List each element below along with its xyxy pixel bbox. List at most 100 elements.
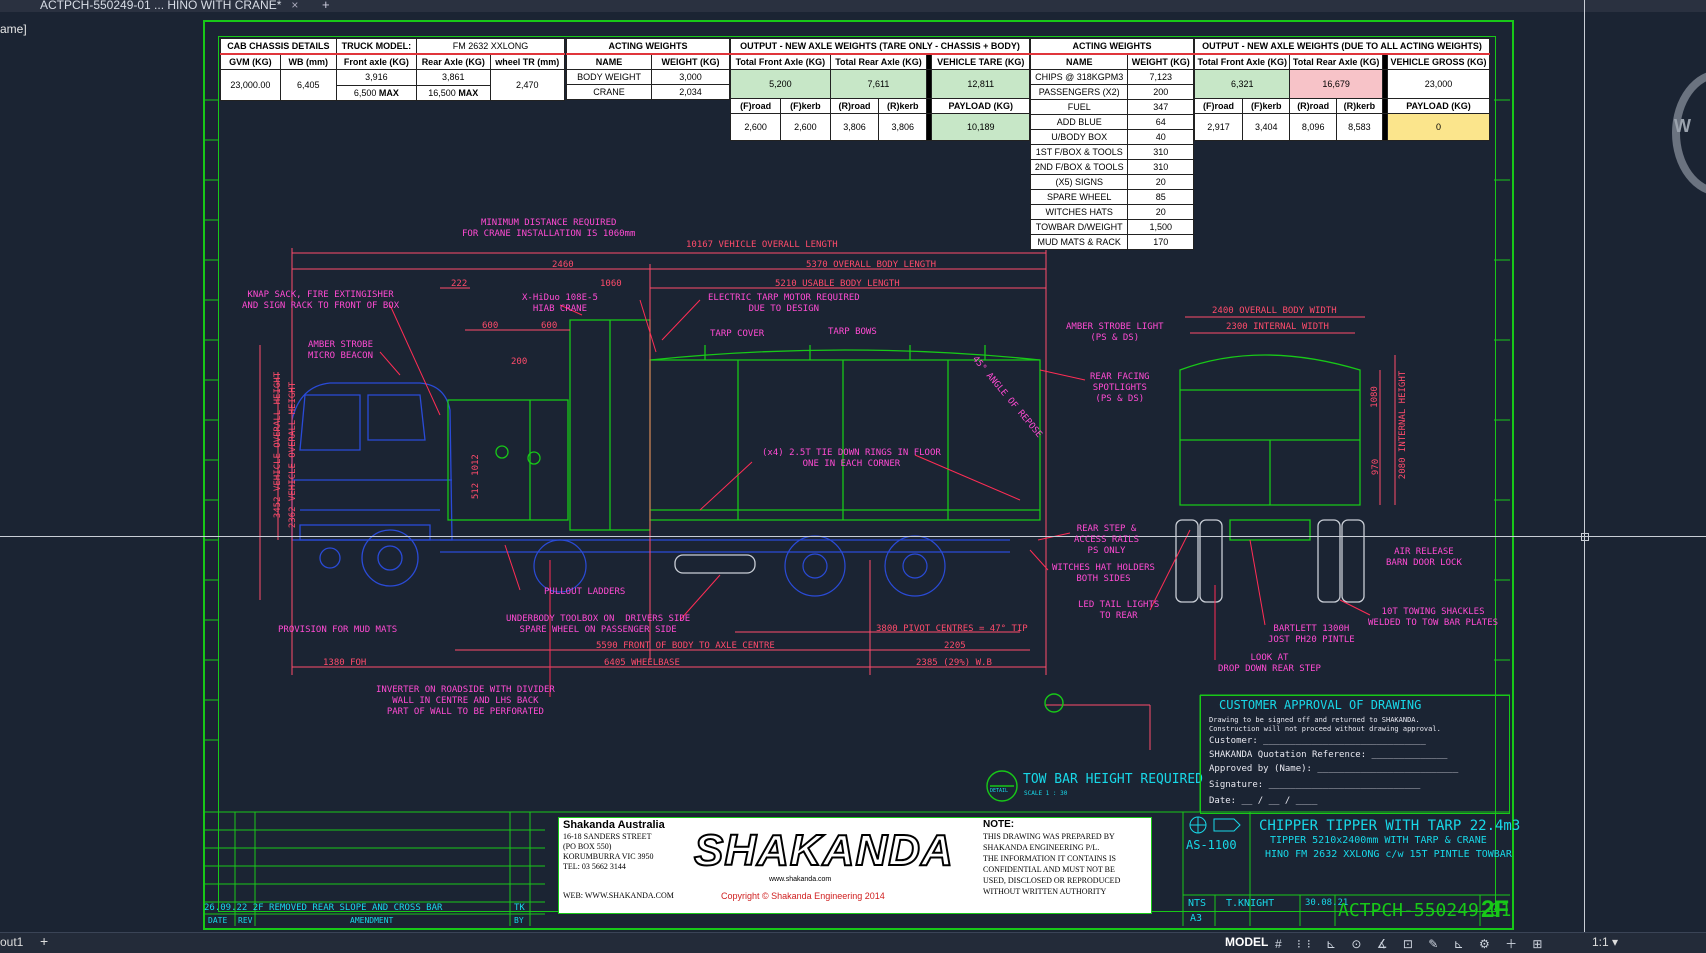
note-tarp-motor: ELECTRIC TARP MOTOR REQUIRED DUE TO DESI… <box>708 293 860 314</box>
dim-front-axle: 5590 FRONT OF BODY TO AXLE CENTRE <box>596 641 775 651</box>
compass-icon <box>1189 816 1241 834</box>
drawn-by: T.KNIGHT <box>1226 898 1275 909</box>
drawing-subtitle-2: HINO FM 2632 XXLONG c/w 15T PINTLE TOWBA… <box>1265 849 1512 860</box>
acting2-row-name: MUD MATS & RACK <box>1029 234 1129 250</box>
acting2-row-name: U/BODY BOX <box>1029 129 1129 145</box>
note-pullout-ladders: PULLOUT LADDERS <box>544 587 626 597</box>
tare-sub-rkerb: (R)kerb <box>878 98 928 114</box>
dim-wheelbase: 6405 WHEELBASE <box>604 658 680 668</box>
note-bartlett: BARTLETT 1300H JOST PH20 PINTLE <box>1268 624 1355 645</box>
gross-sub-froad: (F)road <box>1193 98 1244 114</box>
acting2-row-weight: 1,500 <box>1127 219 1194 235</box>
annotation-scale-dropdown[interactable]: 1:1 ▾ <box>1592 935 1618 949</box>
note-inverter: INVERTER ON ROADSIDE WITH DIVIDER WALL I… <box>376 685 555 717</box>
dim-2460: 2460 <box>552 260 574 270</box>
acting1-header: ACTING WEIGHTS <box>566 38 730 55</box>
rear-view <box>1179 354 1361 541</box>
gross-sub-rroad: (R)road <box>1289 98 1337 114</box>
note-mud-mats: PROVISION FOR MUD MATS <box>278 625 398 635</box>
acting2-row-name: (X5) SIGNS <box>1029 174 1129 190</box>
gross-froad-value: 2,917 <box>1193 113 1244 141</box>
dim-512: 512 <box>471 482 482 500</box>
dim-970: 970 <box>1371 458 1382 476</box>
note-spotlights: REAR FACING SPOTLIGHTS (PS & DS) <box>1090 372 1150 404</box>
add-layout-button[interactable]: + <box>40 933 48 949</box>
company-title-block: Shakanda Australia 16-18 SANDERS STREET … <box>558 817 1152 914</box>
note-tarp-cover: TARP COVER <box>710 329 765 339</box>
gross-sub-rkerb: (R)kerb <box>1335 98 1383 114</box>
crosshair-horizontal <box>0 536 1706 537</box>
model-space-button[interactable]: MODEL <box>1225 935 1268 949</box>
dim-1012: 1012 <box>470 454 481 476</box>
dim-internal-width: 2300 INTERNAL WIDTH <box>1226 322 1329 332</box>
approved-by-field: Approved by (Name): ____________________… <box>1209 764 1459 774</box>
acting2-col-name: NAME <box>1029 53 1129 70</box>
acting2-row-weight: 170 <box>1127 234 1194 250</box>
acting2-row-name: FUEL <box>1029 99 1129 115</box>
truck-model-value: FM 2632 XXLONG <box>416 38 565 55</box>
drafting-settings-icons[interactable]: # ⁝⁝ ⊾ ⊙ ∡ ⊡ ✎ ⊾ ⚙ ＋ ⊞ <box>1275 935 1549 952</box>
acting-weights-table-1: ACTING WEIGHTS NAME WEIGHT (KG) BODY WEIG… <box>565 38 730 100</box>
gross-col-rear: Total Rear Axle (KG) <box>1289 53 1383 70</box>
cab-outline <box>291 382 453 587</box>
acting1-row-weight: 3,000 <box>651 69 730 85</box>
revision-initials: TK <box>514 903 525 913</box>
acting2-row-weight: 347 <box>1127 99 1194 115</box>
dim-pivot: 3800 PIVOT CENTRES = 47° TIP <box>876 624 1028 634</box>
gross-sub-fkerb: (F)kerb <box>1242 98 1291 114</box>
layout-tab[interactable]: out1 <box>0 935 23 949</box>
wb-value: 6,405 <box>279 69 337 101</box>
quotation-field: SHAKANDA Quotation Reference: __________… <box>1209 750 1448 760</box>
rev-col-amendment: AMENDMENT <box>350 916 394 925</box>
tare-sub-fkerb: (F)kerb <box>780 98 831 114</box>
col-rear-axle: Rear Axle (KG) <box>416 53 491 70</box>
tare-sub-rroad: (R)road <box>829 98 880 114</box>
note-look-at: LOOK AT DROP DOWN REAR STEP <box>1218 653 1321 674</box>
vehicle-tare-value: 12,811 <box>931 69 1030 99</box>
note-towing-shackles: 10T TOWING SHACKLES WELDED TO TOW BAR PL… <box>1368 607 1499 628</box>
acting2-row-name: WITCHES HATS <box>1029 204 1129 220</box>
gross-rear-value: 16,679 <box>1289 69 1383 99</box>
customer-approval-box: CUSTOMER APPROVAL OF DRAWING Drawing to … <box>1200 695 1510 814</box>
cab-chassis-header: CAB CHASSIS DETAILS <box>220 38 337 55</box>
dim-foh: 1380 FOH <box>323 658 367 668</box>
note-witches-hat: WITCHES HAT HOLDERS BOTH SIDES <box>1052 563 1155 584</box>
cab-chassis-table: CAB CHASSIS DETAILS TRUCK MODEL: FM 2632… <box>220 38 566 101</box>
acting2-row-weight: 20 <box>1127 174 1194 190</box>
acting2-header: ACTING WEIGHTS <box>1030 38 1194 55</box>
acting2-row-name: PASSENGERS (X2) <box>1029 84 1129 100</box>
company-address: 16-18 SANDERS STREET (PO BOX 550) KORUMB… <box>563 832 654 872</box>
acting2-row-weight: 40 <box>1127 129 1194 145</box>
note-led-tail: LED TAIL LIGHTS TO REAR <box>1078 600 1160 621</box>
note-amber-strobe-light: AMBER STROBE LIGHT (PS & DS) <box>1066 322 1164 343</box>
gross-rroad-value: 8,096 <box>1289 113 1337 141</box>
truck-model-label: TRUCK MODEL: <box>335 38 418 55</box>
acting2-row-weight: 200 <box>1127 84 1194 100</box>
acting2-row-name: ADD BLUE <box>1029 114 1129 130</box>
dim-600b: 600 <box>541 321 558 331</box>
dim-internal-height: 2080 INTERNAL HEIGHT <box>1398 370 1408 480</box>
gross-fkerb-value: 3,404 <box>1242 113 1291 141</box>
acting2-row-weight: 7,123 <box>1127 69 1194 85</box>
tare-payload-label: PAYLOAD (KG) <box>931 98 1030 114</box>
address-line: 16-18 SANDERS STREET <box>563 832 652 841</box>
note-air-release: AIR RELEASE BARN DOOR LOCK <box>1386 547 1462 568</box>
gross-output-table: OUTPUT - NEW AXLE WEIGHTS (DUE TO ALL AC… <box>1193 38 1491 141</box>
note-crane: X-HiDuo 108E-5 HIAB CRANE <box>522 293 598 314</box>
address-line: (PO BOX 550) <box>563 842 612 851</box>
company-web: WEB: WWW.SHAKANDA.COM <box>563 891 674 900</box>
acting2-row-weight: 64 <box>1127 114 1194 130</box>
status-bar: out1 + MODEL # ⁝⁝ ⊾ ⊙ ∡ ⊡ ✎ ⊾ ⚙ ＋ ⊞ 1:1 … <box>0 932 1706 953</box>
gross-col-front: Total Front Axle (KG) <box>1193 53 1291 70</box>
note-knap-sack: KNAP SACK, FIRE EXTINGISHER AND SIGN RAC… <box>242 290 400 311</box>
acting1-row-name: BODY WEIGHT <box>565 69 653 85</box>
gvm-value: 23,000.00 <box>220 69 281 101</box>
front-axle-max: 6,500 MAX <box>335 84 418 101</box>
acting2-row-weight: 85 <box>1127 189 1194 205</box>
tare-output-table: OUTPUT - NEW AXLE WEIGHTS (TARE ONLY - C… <box>729 38 1030 141</box>
dim-222: 222 <box>451 279 468 289</box>
wheel-tr-value: 2,470 <box>489 69 566 101</box>
col-wheel-tr: wheel TR (mm) <box>489 53 566 70</box>
note-rear-step: REAR STEP & ACCESS RAILS PS ONLY <box>1074 524 1140 556</box>
acting2-row-name: SPARE WHEEL <box>1029 189 1129 205</box>
